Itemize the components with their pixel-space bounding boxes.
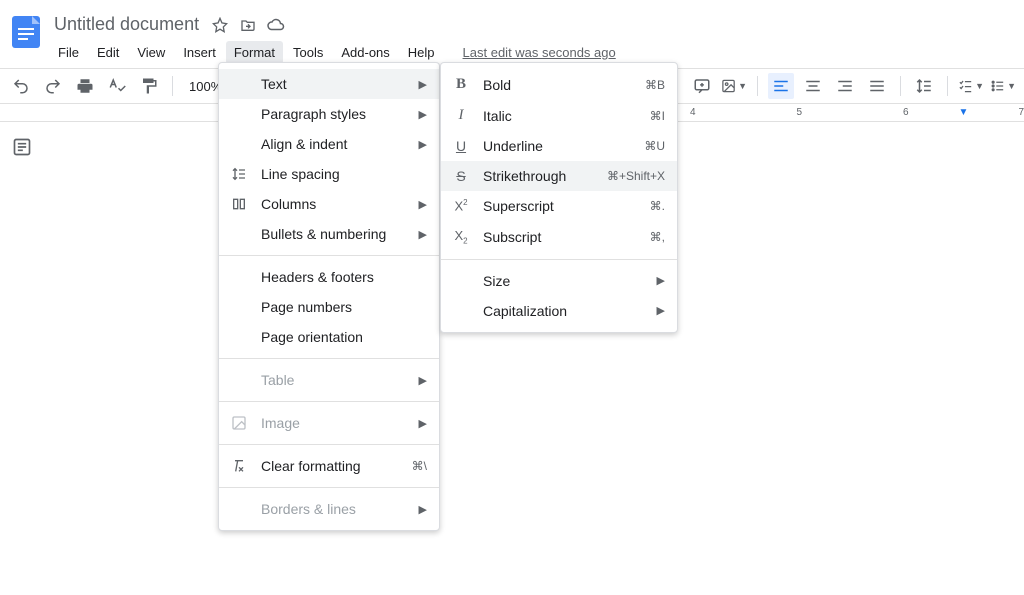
line-spacing-button[interactable] — [911, 73, 937, 99]
menu-separator — [219, 444, 439, 445]
menu-paragraph-styles[interactable]: Paragraph styles ▶ — [219, 99, 439, 129]
paint-format-button[interactable] — [136, 73, 162, 99]
ruler-tick: 5 — [796, 107, 802, 118]
menu-underline[interactable]: U Underline ⌘U — [441, 131, 677, 161]
shortcut-label: ⌘\ — [412, 459, 427, 473]
menubar-format[interactable]: Format — [226, 41, 283, 64]
align-right-button[interactable] — [832, 73, 858, 99]
menu-clear-formatting[interactable]: Clear formatting ⌘\ — [219, 451, 439, 481]
clear-formatting-icon — [229, 458, 249, 474]
submenu-arrow-icon: ▶ — [419, 78, 427, 91]
cloud-status-icon[interactable] — [267, 16, 285, 34]
menu-borders-lines: Borders & lines ▶ — [219, 494, 439, 524]
menu-strikethrough[interactable]: S Strikethrough ⌘+Shift+X — [441, 161, 677, 191]
menu-separator — [441, 259, 677, 260]
shortcut-label: ⌘+Shift+X — [607, 169, 665, 183]
align-center-button[interactable] — [800, 73, 826, 99]
bold-icon: B — [451, 76, 471, 93]
menu-columns[interactable]: Columns ▶ — [219, 189, 439, 219]
submenu-arrow-icon: ▶ — [419, 198, 427, 211]
format-menu: Text ▶ Paragraph styles ▶ Align & indent… — [218, 62, 440, 531]
menubar-addons[interactable]: Add-ons — [333, 41, 397, 64]
move-icon[interactable] — [239, 16, 257, 34]
shortcut-label: ⌘U — [644, 139, 665, 153]
menu-table: Table ▶ — [219, 365, 439, 395]
star-icon[interactable] — [211, 16, 229, 34]
submenu-arrow-icon: ▶ — [419, 108, 427, 121]
shortcut-label: ⌘, — [650, 230, 665, 244]
redo-button[interactable] — [40, 73, 66, 99]
toolbar-separator — [757, 76, 758, 96]
ruler-tick: 6 — [903, 107, 909, 118]
menubar-file[interactable]: File — [50, 41, 87, 64]
menu-image: Image ▶ — [219, 408, 439, 438]
submenu-arrow-icon: ▶ — [657, 274, 665, 287]
menu-text[interactable]: Text ▶ — [219, 69, 439, 99]
menu-bullets-numbering[interactable]: Bullets & numbering ▶ — [219, 219, 439, 249]
menu-size[interactable]: Size ▶ — [441, 266, 677, 296]
submenu-arrow-icon: ▶ — [657, 304, 665, 317]
toolbar-separator — [947, 76, 948, 96]
outline-pane — [0, 122, 44, 587]
checklist-button[interactable]: ▼ — [958, 73, 984, 99]
menubar-view[interactable]: View — [129, 41, 173, 64]
image-icon — [229, 415, 249, 431]
bulleted-list-button[interactable]: ▼ — [990, 73, 1016, 99]
submenu-arrow-icon: ▶ — [419, 138, 427, 151]
menu-italic[interactable]: I Italic ⌘I — [441, 100, 677, 131]
insert-image-button[interactable]: ▼ — [721, 73, 747, 99]
superscript-icon: X2 — [451, 198, 471, 213]
subscript-icon: X2 — [451, 228, 471, 246]
document-title[interactable]: Untitled document — [50, 12, 203, 37]
shortcut-label: ⌘I — [650, 109, 665, 123]
toolbar-separator — [900, 76, 901, 96]
align-justify-button[interactable] — [864, 73, 890, 99]
menu-subscript[interactable]: X2 Subscript ⌘, — [441, 221, 677, 253]
document-outline-icon[interactable] — [9, 134, 35, 160]
submenu-arrow-icon: ▶ — [419, 503, 427, 516]
submenu-arrow-icon: ▶ — [419, 374, 427, 387]
menu-bold[interactable]: B Bold ⌘B — [441, 69, 677, 100]
submenu-arrow-icon: ▶ — [419, 417, 427, 430]
text-submenu: B Bold ⌘B I Italic ⌘I U Underline ⌘U S S… — [440, 62, 678, 333]
underline-icon: U — [451, 138, 471, 154]
align-left-button[interactable] — [768, 73, 794, 99]
ruler-tick: 4 — [690, 107, 696, 118]
shortcut-label: ⌘B — [645, 78, 665, 92]
menubar-tools[interactable]: Tools — [285, 41, 331, 64]
menu-page-numbers[interactable]: Page numbers — [219, 292, 439, 322]
menubar-insert[interactable]: Insert — [175, 41, 224, 64]
menubar-help[interactable]: Help — [400, 41, 443, 64]
menu-separator — [219, 487, 439, 488]
line-spacing-icon — [229, 166, 249, 182]
docs-logo[interactable] — [6, 12, 46, 52]
print-button[interactable] — [72, 73, 98, 99]
spellcheck-button[interactable] — [104, 73, 130, 99]
menu-line-spacing[interactable]: Line spacing — [219, 159, 439, 189]
add-comment-button[interactable] — [689, 73, 715, 99]
strikethrough-icon: S — [451, 168, 471, 184]
shortcut-label: ⌘. — [650, 199, 665, 213]
menu-headers-footers[interactable]: Headers & footers — [219, 262, 439, 292]
toolbar-separator — [172, 76, 173, 96]
menu-superscript[interactable]: X2 Superscript ⌘. — [441, 191, 677, 221]
undo-button[interactable] — [8, 73, 34, 99]
menu-separator — [219, 358, 439, 359]
columns-icon — [229, 196, 249, 212]
title-area: Untitled document File Edit View Insert … — [50, 10, 1016, 64]
header: Untitled document File Edit View Insert … — [0, 0, 1024, 64]
italic-icon: I — [451, 107, 471, 124]
menu-separator — [219, 255, 439, 256]
menu-align-indent[interactable]: Align & indent ▶ — [219, 129, 439, 159]
submenu-arrow-icon: ▶ — [419, 228, 427, 241]
menu-separator — [219, 401, 439, 402]
menu-page-orientation[interactable]: Page orientation — [219, 322, 439, 352]
menubar-edit[interactable]: Edit — [89, 41, 127, 64]
menubar: File Edit View Insert Format Tools Add-o… — [50, 41, 1016, 64]
menu-capitalization[interactable]: Capitalization ▶ — [441, 296, 677, 326]
last-edit-link[interactable]: Last edit was seconds ago — [463, 45, 616, 60]
ruler-tick: 7 — [1018, 107, 1024, 118]
